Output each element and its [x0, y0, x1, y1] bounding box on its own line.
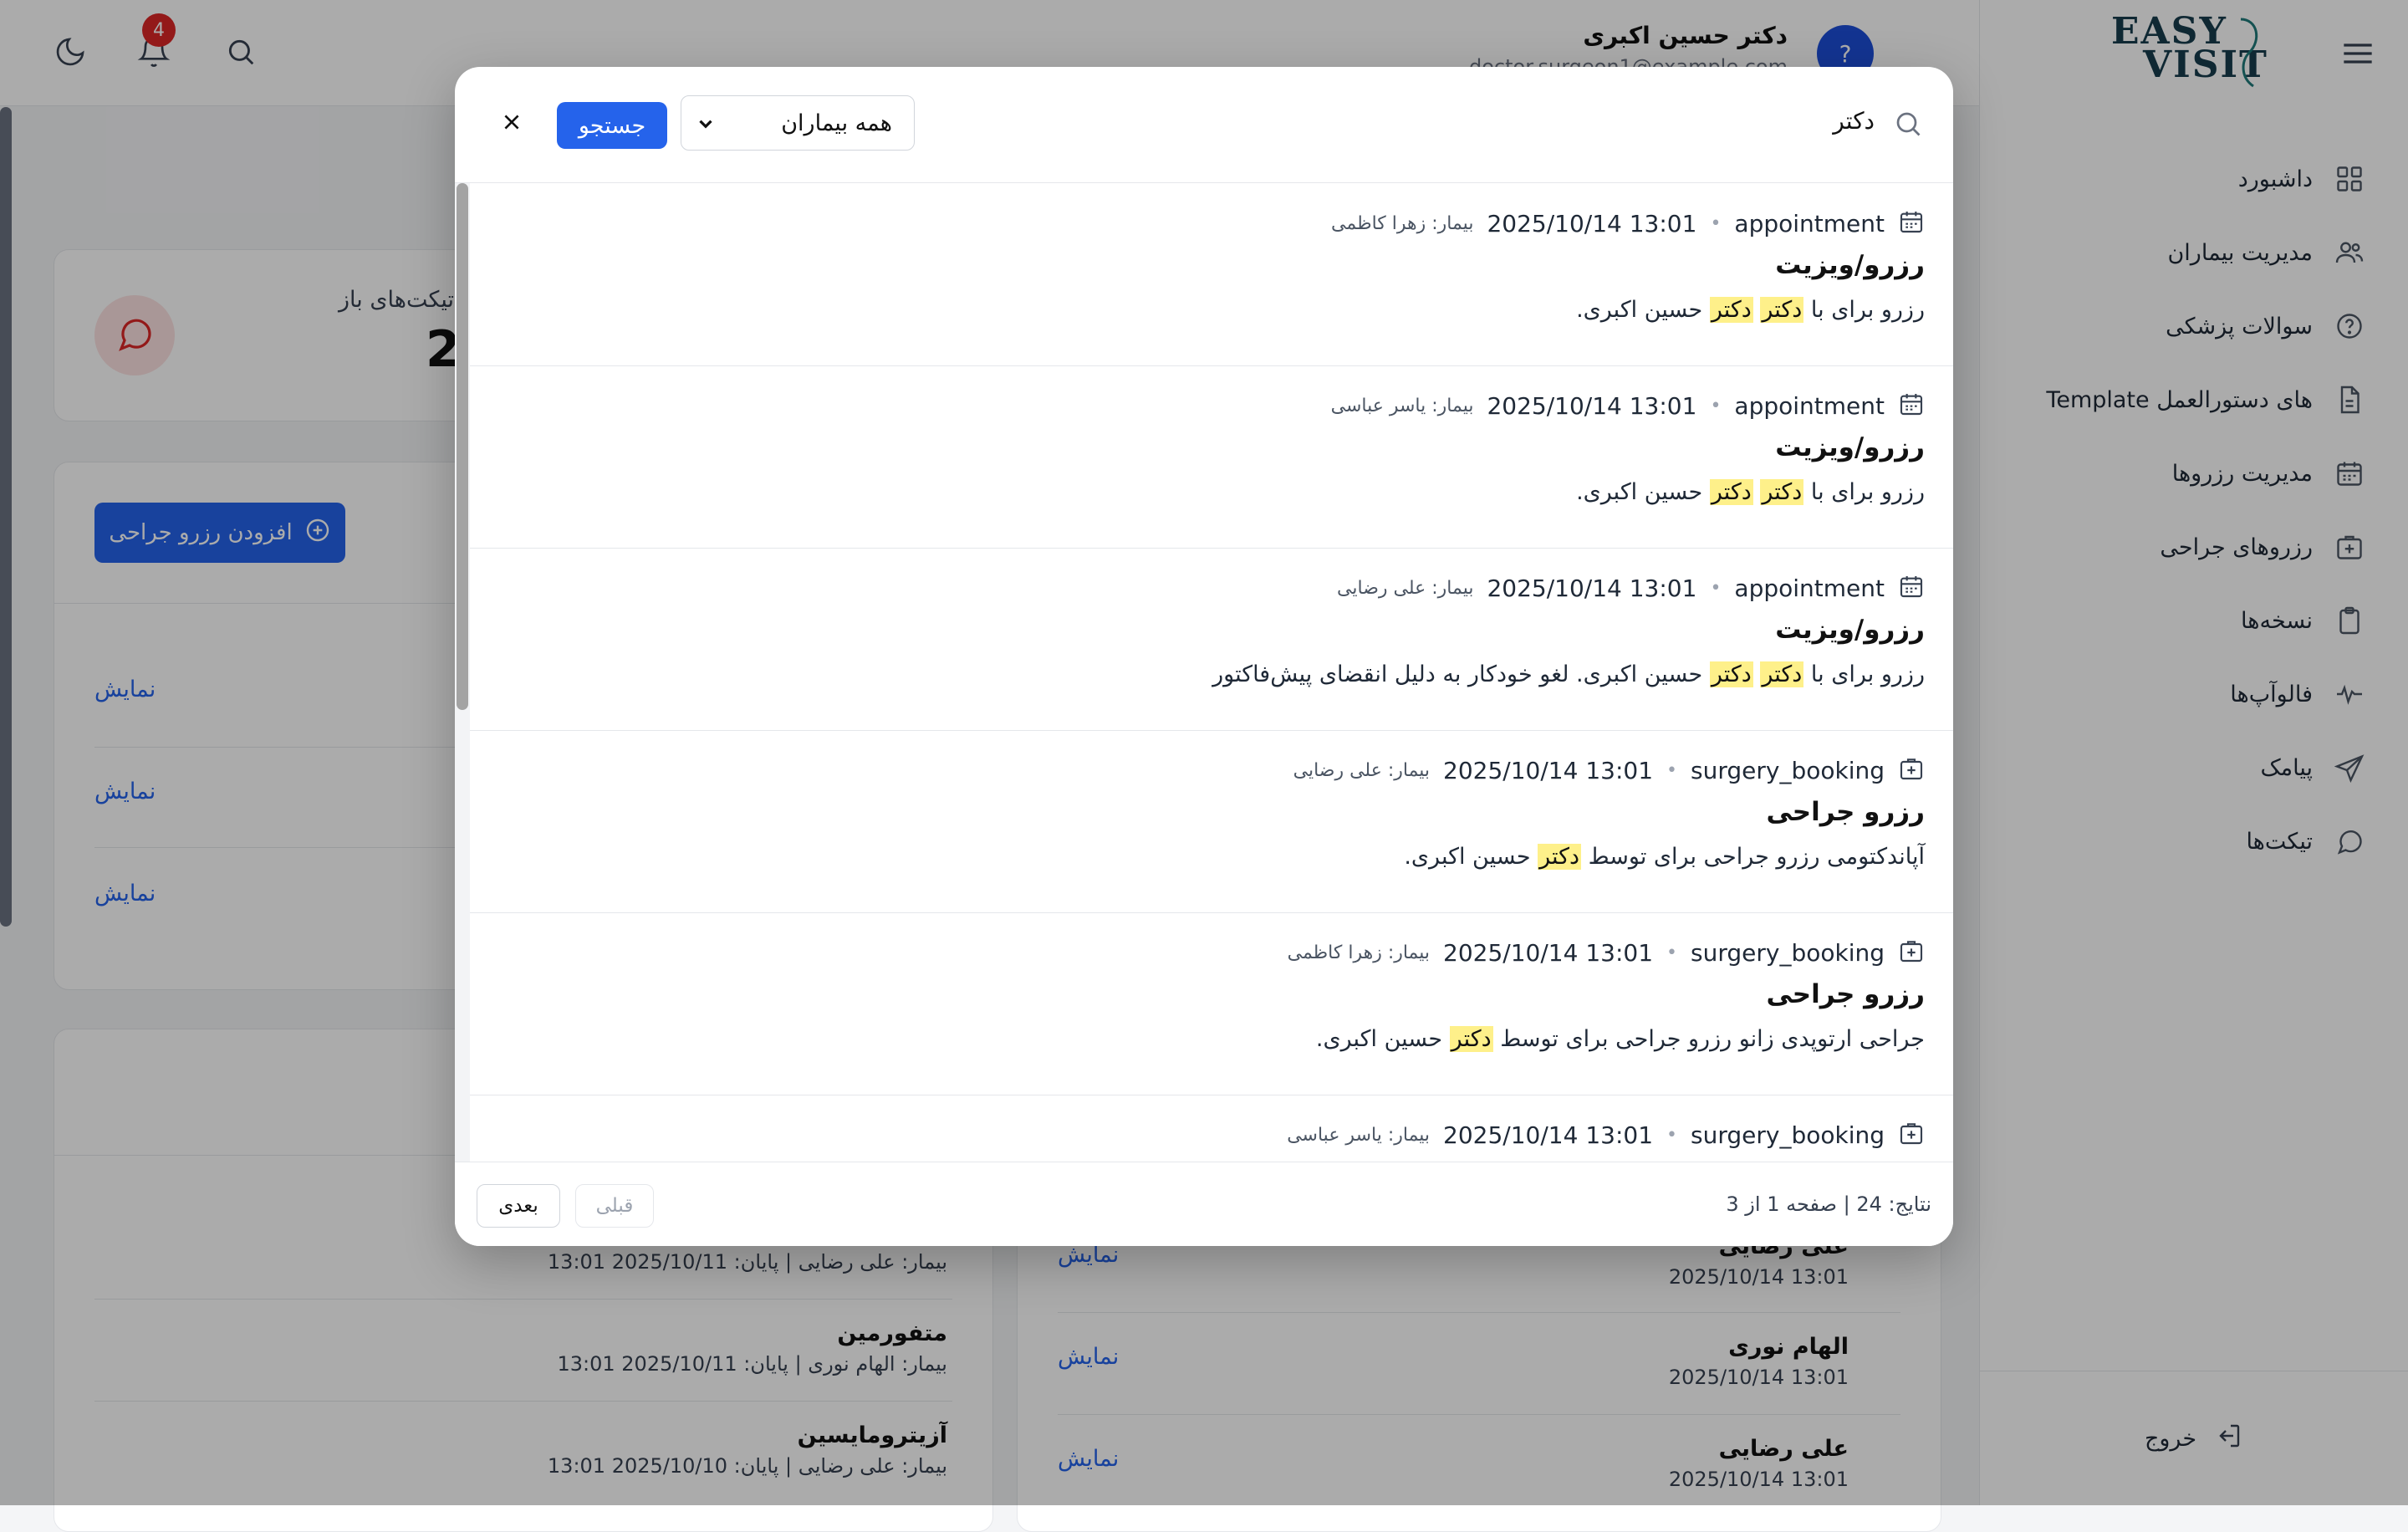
result-patient: بیمار: علی رضایی [1337, 577, 1474, 599]
result-date: 2025/10/14 13:01 [1443, 1121, 1654, 1149]
search-highlight: دکتر [1449, 1026, 1493, 1052]
result-title: رزرو/ویزیت [1775, 615, 1925, 645]
search-highlight: دکتر [1709, 297, 1753, 323]
separator-dot: • [1710, 577, 1722, 599]
result-date: 2025/10/14 13:01 [1487, 574, 1697, 602]
close-icon [501, 111, 523, 136]
search-input[interactable]: دکتر [1833, 107, 1875, 135]
separator-dot: • [1710, 395, 1722, 416]
search-modal-header: دکتر همه بیماران جستجو [455, 67, 1953, 183]
close-button[interactable] [497, 109, 527, 139]
result-type: surgery_booking [1691, 756, 1885, 784]
prev-page-button[interactable]: قبلی [575, 1184, 654, 1228]
result-patient: بیمار: زهرا کاظمی [1331, 212, 1474, 234]
result-description: آپاندکتومی رزرو جراحی برای توسط دکتر حسی… [1404, 844, 1925, 870]
result-description: جراحی ارتوپدی زانو رزرو جراحی برای توسط … [1315, 1026, 1925, 1052]
result-type: surgery_booking [1691, 1121, 1885, 1149]
search-result-item[interactable]: appointment • 2025/10/14 13:01 بیمار: یا… [470, 365, 1953, 549]
search-highlight: دکتر [1760, 661, 1804, 687]
result-date: 2025/10/14 13:01 [1487, 209, 1697, 237]
search-result-item[interactable]: surgery_booking • 2025/10/14 13:01 بیمار… [470, 1095, 1953, 1162]
calendar-icon [1898, 391, 1925, 421]
separator-dot: • [1710, 212, 1722, 234]
medical-case-icon [1898, 937, 1925, 968]
separator-dot: • [1666, 759, 1678, 781]
result-description: رزرو برای با دکتر دکتر حسین اکبری. [1576, 297, 1925, 323]
search-results: appointment • 2025/10/14 13:01 بیمار: زه… [455, 183, 1953, 1162]
result-patient: بیمار: یاسر عباسی [1287, 1124, 1431, 1146]
result-description: رزرو برای با دکتر دکتر حسین اکبری. لغو خ… [1212, 661, 1925, 687]
result-title: رزرو جراحی [1766, 797, 1925, 827]
search-highlight: دکتر [1709, 661, 1753, 687]
result-title: رزرو جراحی [1766, 979, 1925, 1009]
search-icon [1893, 109, 1923, 142]
result-type: appointment [1734, 391, 1885, 420]
search-highlight: دکتر [1760, 297, 1804, 323]
result-date: 2025/10/14 13:01 [1443, 756, 1654, 784]
result-description: رزرو برای با دکتر دکتر حسین اکبری. [1576, 479, 1925, 505]
result-date: 2025/10/14 13:01 [1487, 391, 1697, 420]
calendar-icon [1898, 208, 1925, 238]
search-submit-button[interactable]: جستجو [557, 102, 667, 149]
result-type: appointment [1734, 209, 1885, 237]
separator-dot: • [1666, 1124, 1678, 1146]
search-result-item[interactable]: surgery_booking • 2025/10/14 13:01 بیمار… [470, 912, 1953, 1095]
search-highlight: دکتر [1760, 479, 1804, 505]
next-page-button[interactable]: بعدی [477, 1184, 560, 1228]
search-result-item[interactable]: appointment • 2025/10/14 13:01 بیمار: زه… [470, 183, 1953, 366]
separator-dot: • [1666, 942, 1678, 963]
chevron-down-icon [695, 113, 717, 140]
result-patient: بیمار: علی رضایی [1293, 759, 1431, 781]
patient-filter-select[interactable]: همه بیماران [681, 95, 915, 151]
result-type: surgery_booking [1691, 938, 1885, 967]
calendar-icon [1898, 573, 1925, 603]
pagination-info: نتایج: 24 | صفحه 1 از 3 [1726, 1192, 1931, 1216]
result-date: 2025/10/14 13:01 [1443, 938, 1654, 967]
result-title: رزرو/ویزیت [1775, 250, 1925, 280]
result-type: appointment [1734, 574, 1885, 602]
search-highlight: دکتر [1538, 844, 1582, 870]
result-patient: بیمار: یاسر عباسی [1330, 395, 1474, 416]
result-patient: بیمار: زهرا کاظمی [1287, 942, 1431, 963]
result-title: رزرو/ویزیت [1775, 432, 1925, 462]
search-result-item[interactable]: surgery_booking • 2025/10/14 13:01 بیمار… [470, 730, 1953, 913]
medical-case-icon [1898, 755, 1925, 785]
patient-filter-value: همه بیماران [781, 110, 892, 136]
search-result-item[interactable]: appointment • 2025/10/14 13:01 بیمار: عل… [470, 548, 1953, 731]
search-modal: دکتر همه بیماران جستجو appointment • 202… [455, 67, 1953, 1246]
medical-case-icon [1898, 1120, 1925, 1150]
search-highlight: دکتر [1709, 479, 1753, 505]
search-modal-footer: نتایج: 24 | صفحه 1 از 3 قبلی بعدی [455, 1162, 1953, 1246]
